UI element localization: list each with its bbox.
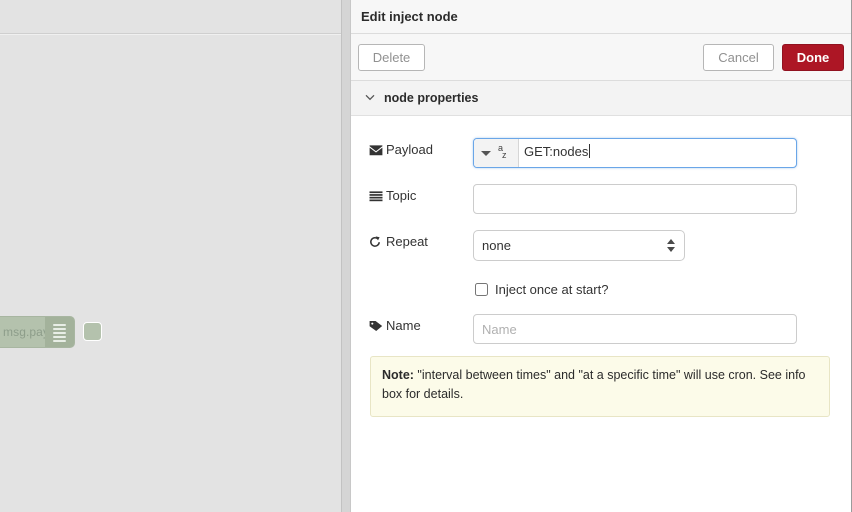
node-properties-section-header[interactable]: node properties [351,81,851,116]
dialog-toolbar: Delete Cancel Done [351,34,851,81]
app-root: msg.payload Edit inject node Delete Canc… [0,0,852,512]
name-label: Name [369,318,481,333]
envelope-icon [369,145,386,156]
name-label-text: Name [386,318,421,333]
chevron-down-icon [364,90,376,102]
repeat-label-text: Repeat [386,234,428,249]
topic-input[interactable] [473,184,797,214]
note-line-1: "interval between times" and "at a speci… [413,368,757,382]
note-prefix: Note: [382,368,414,382]
output-port[interactable] [83,322,102,341]
refresh-icon [369,236,386,248]
caret-down-icon [481,151,491,156]
payload-type-selector[interactable]: a z [474,139,519,167]
payload-label: Payload [369,142,481,157]
dialog-title: Edit inject node [361,9,458,24]
topic-label: Topic [369,188,481,203]
payload-value-text[interactable]: GET:nodes [524,144,591,159]
inject-node-body[interactable]: msg.payload [0,316,75,348]
name-input[interactable] [473,314,797,344]
string-type-icon: a z [498,143,514,163]
topic-row: Topic [351,184,851,216]
edit-inject-node-dialog: Edit inject node Delete Cancel Done node… [351,0,852,512]
inject-once-label[interactable]: Inject once at start? [495,282,608,297]
type-glyph-z: z [502,150,507,160]
canvas-divider-highlight [0,34,341,35]
inject-lines-icon [45,317,74,347]
repeat-select[interactable]: none [473,230,685,261]
list-bars-icon [369,191,386,202]
payload-row: Payload a z GET:nodes [351,138,851,170]
name-row: Name [351,314,851,346]
repeat-row: Repeat none [351,230,851,263]
inject-once-row: Inject once at start? [351,280,851,300]
delete-button[interactable]: Delete [358,44,425,71]
node-properties-label: node properties [384,91,479,105]
done-button[interactable]: Done [782,44,844,71]
text-caret [589,144,591,158]
payload-input-wrapper[interactable]: a z GET:nodes [473,138,797,168]
cancel-button[interactable]: Cancel [703,44,774,71]
dialog-header: Edit inject node [351,0,851,34]
cron-note: Note: "interval between times" and "at a… [370,356,830,417]
repeat-label: Repeat [369,234,481,249]
inject-once-checkbox[interactable] [475,283,488,296]
topic-label-text: Topic [386,188,417,203]
inject-node[interactable]: msg.payload [0,316,115,348]
panel-divider[interactable] [341,0,351,512]
payload-label-text: Payload [386,142,433,157]
payload-value-string: GET:nodes [524,144,589,159]
tag-icon [369,320,386,332]
flow-canvas[interactable]: msg.payload [0,0,341,512]
